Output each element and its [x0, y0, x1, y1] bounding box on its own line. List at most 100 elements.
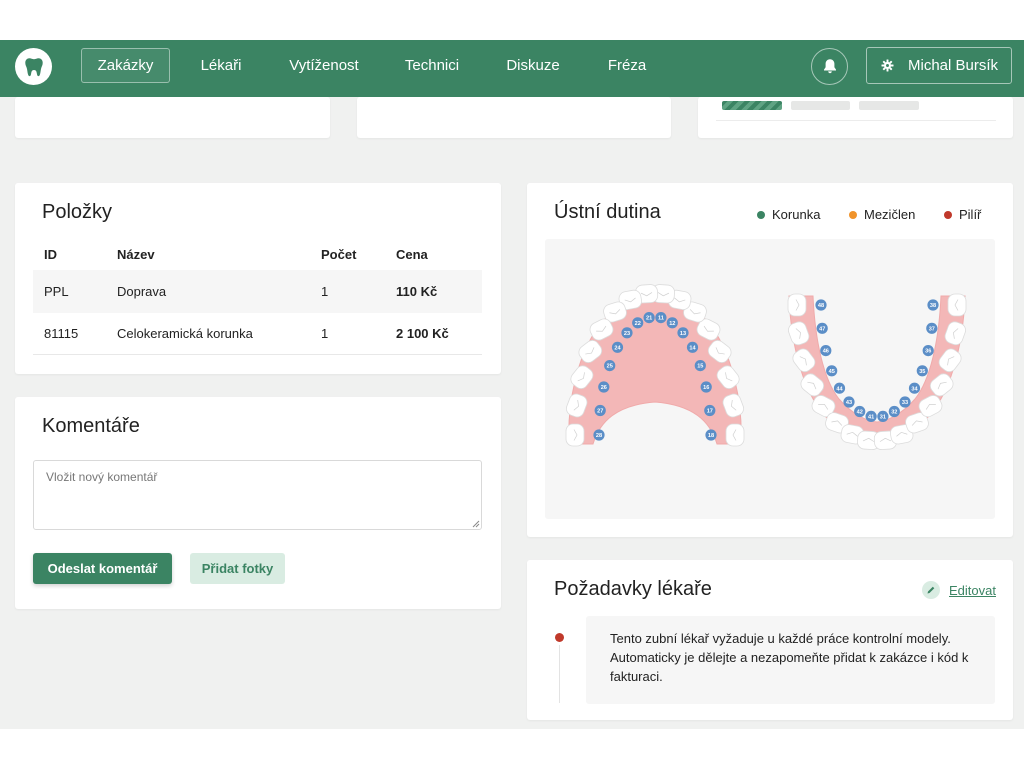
tooth-number: 17	[707, 409, 713, 415]
tooth-number-badge[interactable]: 37	[926, 322, 938, 334]
tooth-number-badge[interactable]: 44	[833, 382, 846, 394]
tooth-number-badge[interactable]: 11	[655, 312, 667, 324]
tooth[interactable]	[725, 423, 745, 447]
tooth-number-badge[interactable]: 43	[843, 396, 855, 408]
tooth-number: 15	[697, 364, 703, 370]
tooth-number: 33	[902, 400, 908, 406]
user-menu-button[interactable]: Michal Bursík	[866, 47, 1012, 84]
summary-card-3	[698, 97, 1013, 138]
tooth-number-badge[interactable]: 41	[865, 410, 877, 422]
table-row[interactable]: PPL Doprava 1 110 Kč	[33, 270, 482, 313]
tooth-number: 23	[624, 331, 630, 337]
tooth-number-badge[interactable]: 26	[598, 381, 610, 393]
tooth-number-badge[interactable]: 27	[594, 404, 606, 417]
pencil-icon	[922, 581, 940, 599]
tooth-number-badge[interactable]: 34	[908, 382, 921, 394]
tooth-number-badge[interactable]: 12	[666, 317, 678, 329]
summary-card-1	[15, 97, 330, 138]
tooth-number-badge[interactable]: 16	[700, 381, 712, 393]
nav-item-diskuze[interactable]: Diskuze	[497, 48, 569, 83]
tooth-number-badge[interactable]: 32	[888, 405, 900, 418]
edit-link[interactable]: Editovat	[949, 583, 996, 598]
tooth-number-badge[interactable]: 15	[694, 360, 706, 372]
tooth-number-badge[interactable]: 28	[593, 429, 605, 441]
teeth-diagram-panel: 18 17 16 15 14 13 12 11 21 22 23 24 25 26 27 28 48 47 46 4…	[545, 239, 995, 519]
nav-item-zakazky[interactable]: Zakázky	[81, 48, 170, 83]
notifications-button[interactable]	[811, 48, 848, 85]
tooth-number-badge[interactable]: 25	[604, 360, 616, 372]
tooth-number-badge[interactable]: 45	[826, 365, 838, 377]
tooth-number-badge[interactable]: 35	[916, 365, 928, 377]
tooth-number-badge[interactable]: 38	[927, 299, 939, 311]
tooth-number-badge[interactable]: 48	[815, 299, 827, 311]
tooth-number: 28	[596, 433, 602, 439]
tooth-number-badge[interactable]: 47	[816, 322, 828, 334]
nav-item-freza[interactable]: Fréza	[596, 48, 658, 83]
submit-comment-button[interactable]: Odeslat komentář	[33, 553, 172, 584]
stat-bar-mensi	[859, 101, 919, 110]
table-row[interactable]: 81115 Celokeramická korunka 1 2 100 Kč	[33, 312, 482, 355]
tooth-crown	[725, 423, 745, 447]
tooth-number-badge[interactable]: 23	[621, 327, 633, 339]
tooth-number: 38	[930, 303, 936, 309]
cell-price: 2 100 Kč	[396, 326, 449, 341]
tooth-number-badge[interactable]: 36	[922, 345, 934, 357]
tooth[interactable]	[947, 293, 967, 317]
tooth-number: 21	[646, 316, 652, 322]
stat-bar-vetsi	[791, 101, 850, 110]
tooth-logo-icon[interactable]	[15, 48, 52, 85]
nav-item-lekari[interactable]: Lékaři	[186, 48, 256, 83]
tooth-number-badge[interactable]: 13	[677, 327, 689, 339]
tooth-number-badge[interactable]: 18	[705, 429, 717, 441]
top-navbar: Zakázky Lékaři Vytíženost Technici Disku…	[0, 40, 1024, 97]
tooth-number-badge[interactable]: 14	[686, 341, 699, 353]
summary-card-2	[357, 97, 671, 138]
tooth-number: 18	[708, 433, 714, 439]
tooth[interactable]	[565, 423, 585, 447]
tooth-number-badge[interactable]: 31	[877, 410, 889, 422]
legend-label: Korunka	[772, 207, 821, 222]
tooth-number: 37	[929, 326, 935, 332]
requests-title: Požadavky lékaře	[554, 578, 712, 600]
tooth-number: 32	[891, 410, 897, 416]
upper-gum	[568, 286, 742, 445]
tooth-number-badge[interactable]: 21	[643, 312, 655, 324]
legend-label: Mezičlen	[864, 207, 916, 222]
tooth-number: 35	[919, 369, 925, 375]
tooth-number: 47	[819, 326, 825, 332]
tooth-number: 12	[669, 321, 675, 327]
add-photos-button[interactable]: Přidat fotky	[190, 553, 285, 584]
legend-dot	[757, 210, 765, 219]
tooth-number: 46	[823, 349, 829, 355]
cell-count: 1	[321, 284, 329, 299]
comment-input[interactable]	[33, 460, 482, 530]
legend-dot	[944, 210, 952, 219]
divider	[716, 120, 996, 121]
tooth-number: 13	[680, 331, 686, 337]
tooth-number: 44	[836, 386, 843, 392]
col-header-id: ID	[44, 247, 57, 262]
legend-mezicen: Mezičlen	[849, 207, 915, 222]
teeth-diagram: 18 17 16 15 14 13 12 11 21 22 23 24 25 26 27 28 48 47 46 4…	[565, 284, 967, 450]
tooth-number-badge[interactable]: 46	[820, 345, 832, 357]
cell-id: 81115	[44, 326, 79, 341]
tooth-number: 48	[818, 303, 824, 309]
oral-cavity-title: Ústní dutina	[554, 201, 661, 223]
nav-item-technici[interactable]: Technici	[396, 48, 468, 83]
col-header-count: Počet	[321, 247, 357, 262]
tooth-number: 11	[658, 316, 664, 322]
items-title: Položky	[42, 201, 113, 223]
resize-handle-icon[interactable]	[472, 520, 480, 528]
tooth-number-badge[interactable]: 17	[704, 404, 716, 417]
tooth-number: 25	[607, 364, 613, 370]
tooth-number-badge[interactable]: 42	[854, 405, 866, 418]
edit-requests[interactable]: Editovat	[922, 581, 996, 599]
tooth[interactable]	[787, 293, 807, 317]
tooth-number-badge[interactable]: 22	[632, 317, 644, 329]
nav-item-vytizenost[interactable]: Vytíženost	[278, 48, 370, 83]
tooth-number: 22	[635, 321, 641, 327]
cell-name: Doprava	[117, 284, 167, 299]
tooth-number: 31	[880, 415, 886, 421]
tooth-number-badge[interactable]: 24	[611, 341, 624, 353]
tooth-number-badge[interactable]: 33	[899, 396, 911, 408]
